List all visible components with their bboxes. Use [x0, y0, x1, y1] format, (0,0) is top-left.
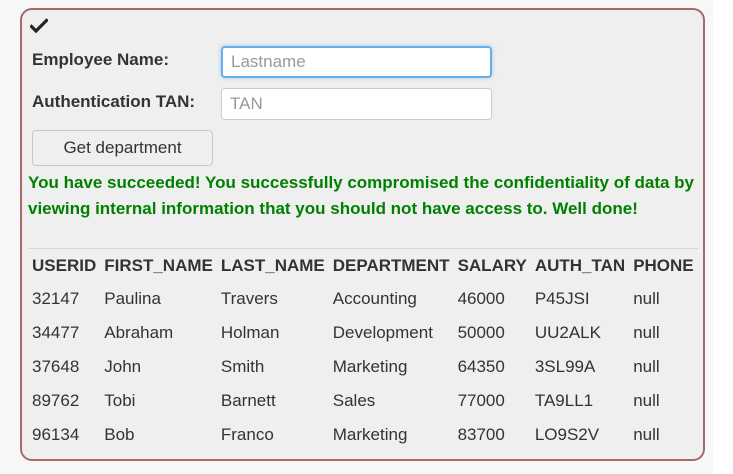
table-cell: Marketing — [332, 357, 408, 376]
auth-tan-label: Authentication TAN: — [32, 92, 196, 111]
table-cell: 50000 — [457, 323, 505, 342]
table-row: 32147 Paulina Travers Accounting 46000 P… — [28, 282, 698, 316]
table-cell: Tobi — [104, 391, 136, 410]
table-cell: 32147 — [32, 289, 80, 308]
table-cell: LO9S2V — [534, 425, 600, 444]
table-cell: UU2ALK — [534, 323, 601, 342]
auth-tan-input[interactable] — [221, 88, 492, 120]
table-cell: Travers — [220, 289, 278, 308]
column-header: USERID — [32, 256, 97, 275]
table-cell: P45JSI — [534, 289, 590, 308]
table-row: 37648 John Smith Marketing 64350 3SL99A … — [28, 350, 698, 384]
results-table: USERID FIRST_NAME LAST_NAME DEPARTMENT S… — [28, 250, 698, 452]
table-cell: Paulina — [104, 289, 161, 308]
table-cell: null — [633, 289, 660, 308]
table-cell: Sales — [332, 391, 376, 410]
table-cell: 89762 — [32, 391, 80, 410]
column-header: SALARY — [457, 256, 527, 275]
table-row: 34477 Abraham Holman Development 50000 U… — [28, 316, 698, 350]
column-header: DEPARTMENT — [332, 256, 450, 275]
table-cell: Franco — [220, 425, 274, 444]
page-gutter — [713, 0, 733, 474]
table-cell: Holman — [220, 323, 280, 342]
table-row: 89762 Tobi Barnett Sales 77000 TA9LL1 nu… — [28, 384, 698, 418]
employee-name-input[interactable] — [221, 46, 492, 78]
table-cell: Marketing — [332, 425, 408, 444]
assignment-panel: Employee Name: Authentication TAN: Get d… — [20, 8, 705, 461]
table-cell: Bob — [104, 425, 135, 444]
table-cell: 83700 — [457, 425, 505, 444]
checkmark-icon — [30, 18, 48, 34]
column-header: LAST_NAME — [220, 256, 325, 275]
table-cell: 37648 — [32, 357, 80, 376]
table-cell: null — [633, 391, 660, 410]
table-cell: 46000 — [457, 289, 505, 308]
table-cell: 77000 — [457, 391, 505, 410]
table-cell: null — [633, 357, 660, 376]
column-header: PHONE — [633, 256, 694, 275]
table-cell: John — [104, 357, 142, 376]
get-department-button[interactable]: Get department — [32, 130, 213, 166]
table-cell: null — [633, 323, 660, 342]
table-cell: TA9LL1 — [534, 391, 594, 410]
table-header-row: USERID FIRST_NAME LAST_NAME DEPARTMENT S… — [28, 250, 698, 282]
table-cell: 64350 — [457, 357, 505, 376]
table-cell: null — [633, 425, 660, 444]
table-cell: Abraham — [104, 323, 174, 342]
table-cell: Accounting — [332, 289, 417, 308]
column-header: AUTH_TAN — [534, 256, 626, 275]
table-cell: 3SL99A — [534, 357, 596, 376]
employee-name-label: Employee Name: — [32, 50, 169, 69]
divider — [28, 248, 698, 249]
table-cell: 96134 — [32, 425, 80, 444]
table-cell: Smith — [220, 357, 265, 376]
table-row: 96134 Bob Franco Marketing 83700 LO9S2V … — [28, 418, 698, 452]
table-cell: Barnett — [220, 391, 276, 410]
table-cell: 34477 — [32, 323, 80, 342]
column-header: FIRST_NAME — [104, 256, 213, 275]
success-message: You have succeeded! You successfully com… — [28, 173, 695, 218]
table-cell: Development — [332, 323, 433, 342]
